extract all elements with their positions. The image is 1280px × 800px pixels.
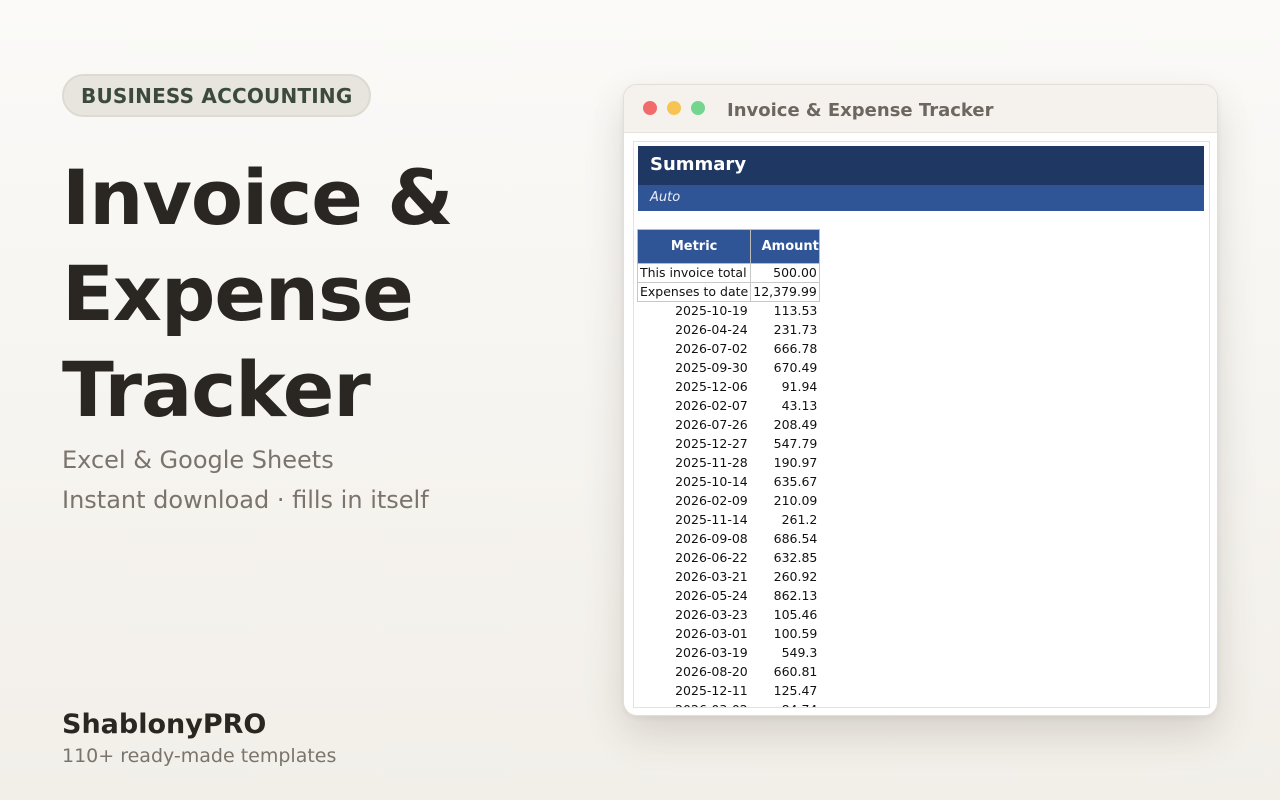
amount-cell[interactable]: 91.94: [751, 378, 820, 397]
date-cell[interactable]: 2026-07-02: [638, 340, 751, 359]
table-row: 2026-03-19 549.3: [638, 644, 820, 663]
table-row: 2026-03-23 105.46: [638, 606, 820, 625]
table-row: 2025-11-28 190.97: [638, 454, 820, 473]
date-cell[interactable]: 2026-04-24: [638, 321, 751, 340]
zoom-window-button[interactable]: [691, 101, 705, 115]
amount-cell[interactable]: 549.3: [751, 644, 820, 663]
amount-cell[interactable]: 547.79: [751, 435, 820, 454]
amount-cell[interactable]: 43.13: [751, 397, 820, 416]
amount-cell[interactable]: 686.54: [751, 530, 820, 549]
date-cell[interactable]: 2026-05-24: [638, 587, 751, 606]
date-cell[interactable]: 2025-12-06: [638, 378, 751, 397]
date-cell[interactable]: 2025-10-14: [638, 473, 751, 492]
table-row: 2025-10-19 113.53: [638, 302, 820, 321]
amount-cell[interactable]: 666.78: [751, 340, 820, 359]
date-cell[interactable]: 2025-11-28: [638, 454, 751, 473]
summary-table: Metric Amount This invoice total 500.00 …: [636, 229, 820, 707]
table-row: 2026-07-26 208.49: [638, 416, 820, 435]
amount-cell[interactable]: 84.74: [751, 701, 820, 707]
amount-cell[interactable]: 500.00: [750, 263, 820, 283]
table-row: 2026-03-0284.74: [638, 701, 820, 707]
amount-cell[interactable]: 660.81: [751, 663, 820, 682]
date-cell[interactable]: 2026-03-19: [638, 644, 751, 663]
date-cell[interactable]: 2026-02-07: [638, 397, 751, 416]
table-row: 2026-02-09 210.09: [638, 492, 820, 511]
date-cell[interactable]: 2026-09-08: [638, 530, 751, 549]
metric-cell[interactable]: This invoice total: [636, 263, 752, 283]
brand-tagline: 110+ ready-made templates: [62, 745, 337, 767]
table-row: 2026-03-21 260.92: [638, 568, 820, 587]
table-row: 2026-05-24 862.13: [638, 587, 820, 606]
column-header-amount[interactable]: Amount: [750, 229, 820, 264]
amount-cell[interactable]: 210.09: [751, 492, 820, 511]
spreadsheet-window: Invoice & Expense Tracker Summary Auto M…: [623, 84, 1218, 716]
hero-title-line-2: Expense: [62, 249, 414, 338]
amount-cell[interactable]: 125.47: [751, 682, 820, 701]
metric-cell[interactable]: Expenses to date: [636, 282, 752, 302]
hero-subtitle-features: Instant download · fills in itself: [62, 486, 429, 514]
date-cell[interactable]: 2026-03-21: [638, 568, 751, 587]
hero-subtitle-platforms: Excel & Google Sheets: [62, 446, 334, 474]
brand-name: ShablonyPRO: [62, 709, 267, 740]
table-row: 2026-02-07 43.13: [638, 397, 820, 416]
summary-row: Expenses to date 12,379.99: [636, 282, 820, 302]
table-row: 2026-06-22 632.85: [638, 549, 820, 568]
table-row: 2026-04-24 231.73: [638, 321, 820, 340]
amount-cell[interactable]: 260.92: [751, 568, 820, 587]
spreadsheet-area[interactable]: Summary Auto Metric Amount This invoice …: [633, 141, 1210, 708]
date-cell[interactable]: 2025-09-30: [638, 359, 751, 378]
date-cell[interactable]: 2025-12-27: [638, 435, 751, 454]
date-cell[interactable]: 2026-08-20: [638, 663, 751, 682]
amount-cell[interactable]: 208.49: [751, 416, 820, 435]
table-row: 2026-03-01 100.59: [638, 625, 820, 644]
date-cell[interactable]: 2025-11-14: [638, 511, 751, 530]
table-row: 2025-10-14 635.67: [638, 473, 820, 492]
amount-cell[interactable]: 635.67: [751, 473, 820, 492]
amount-cell[interactable]: 670.49: [751, 359, 820, 378]
minimize-window-button[interactable]: [667, 101, 681, 115]
table-row: 2026-09-08 686.54: [638, 530, 820, 549]
date-cell[interactable]: 2026-03-01: [638, 625, 751, 644]
table-header-row: Metric Amount: [636, 229, 820, 264]
table-row: 2025-12-27 547.79: [638, 435, 820, 454]
date-cell[interactable]: 2025-10-19: [638, 302, 751, 321]
hero-title-line-3: Tracker: [62, 345, 371, 434]
category-badge: BUSINESS ACCOUNTING: [62, 74, 372, 117]
date-cell[interactable]: 2026-06-22: [638, 549, 751, 568]
amount-cell[interactable]: 100.59: [751, 625, 820, 644]
amount-cell[interactable]: 261.2: [751, 511, 820, 530]
table-row: 2025-12-06 91.94: [638, 378, 820, 397]
table-row: 2026-08-20 660.81: [638, 663, 820, 682]
summary-row: This invoice total 500.00: [636, 263, 820, 283]
window-titlebar: Invoice & Expense Tracker: [624, 85, 1217, 133]
table-row: 2025-11-14 261.2: [638, 511, 820, 530]
hero-title: Invoice & Expense Tracker: [62, 150, 582, 438]
hero-title-line-1: Invoice &: [62, 153, 454, 242]
amount-cell[interactable]: 113.53: [751, 302, 820, 321]
summary-header: Summary: [638, 146, 1204, 185]
table-row: 2026-07-02 666.78: [638, 340, 820, 359]
amount-cell[interactable]: 231.73: [751, 321, 820, 340]
table-row: 2025-09-30 670.49: [638, 359, 820, 378]
date-cell[interactable]: 2026-03-02: [638, 701, 751, 707]
table-row: 2025-12-11 125.47: [638, 682, 820, 701]
date-cell[interactable]: 2026-02-09: [638, 492, 751, 511]
window-title: Invoice & Expense Tracker: [727, 100, 994, 121]
amount-cell[interactable]: 632.85: [751, 549, 820, 568]
amount-cell[interactable]: 105.46: [751, 606, 820, 625]
amount-cell[interactable]: 862.13: [751, 587, 820, 606]
amount-cell[interactable]: 190.97: [751, 454, 820, 473]
summary-subheader: Auto: [638, 185, 1204, 211]
date-cell[interactable]: 2025-12-11: [638, 682, 751, 701]
close-window-button[interactable]: [643, 101, 657, 115]
column-header-metric[interactable]: Metric: [636, 229, 752, 264]
date-cell[interactable]: 2026-07-26: [638, 416, 751, 435]
date-cell[interactable]: 2026-03-23: [638, 606, 751, 625]
amount-cell[interactable]: 12,379.99: [750, 282, 820, 302]
